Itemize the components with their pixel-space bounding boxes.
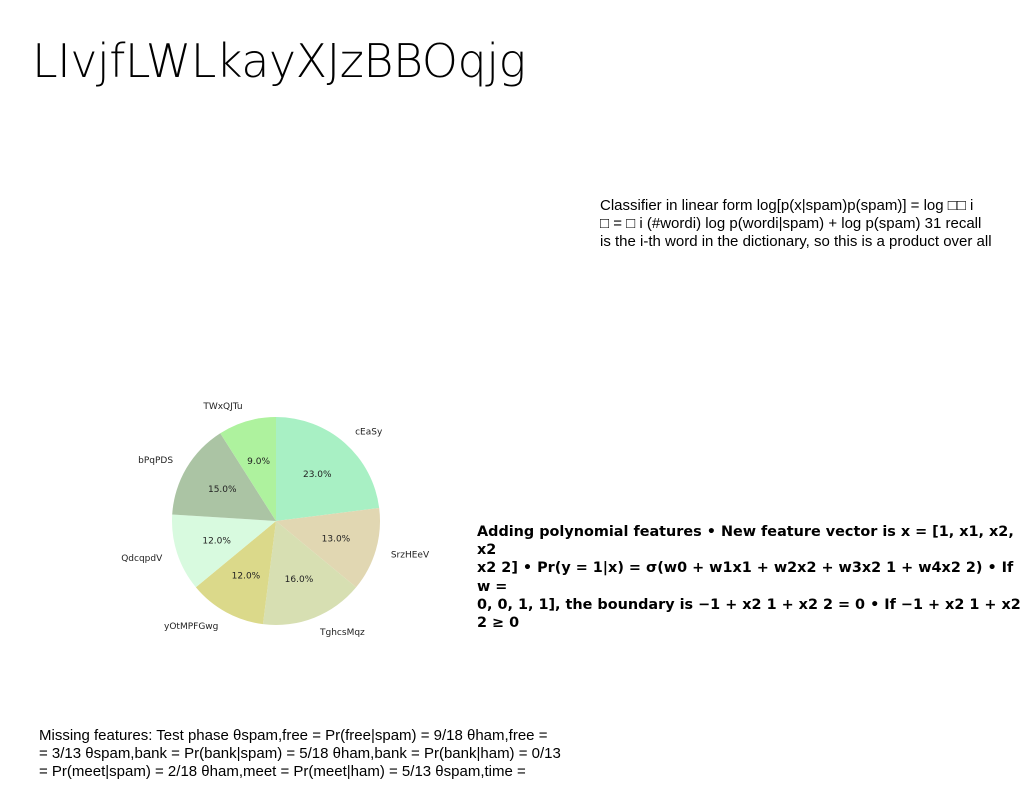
pie-pct-label: 12.0% [202, 536, 231, 546]
pie-chart: 23.0% cEaSy 13.0% SrzHEeV 16.0% TghcsMqz 12.0%… [100, 380, 460, 660]
pie-category-label: QdcqpdV [121, 554, 163, 564]
pie-chart-svg: 23.0% cEaSy 13.0% SrzHEeV 16.0% TghcsMqz 12.0%… [121, 402, 430, 638]
pie-pct-label: 16.0% [285, 575, 314, 585]
pie-pct-label: 12.0% [232, 572, 261, 582]
pie-pct-label: 13.0% [322, 534, 351, 544]
pie-category-label: TWxQJTu [202, 402, 242, 412]
pie-pct-label: 9.0% [247, 457, 270, 467]
pie-category-label: SrzHEeV [391, 550, 430, 560]
pie-category-label: bPqPDS [138, 456, 173, 466]
classifier-text: Classifier in linear form log[p(x|spam)p… [600, 197, 992, 251]
polynomial-features-text: Adding polynomial features • New feature… [477, 524, 1021, 632]
missing-features-text: Missing features: Test phase θspam,free … [39, 727, 561, 781]
page-title: LIvjfLWLkayXJzBBOqjg [32, 34, 526, 88]
pie-category-label: cEaSy [355, 427, 383, 437]
pie-pct-label: 15.0% [208, 485, 237, 495]
pie-category-label: TghcsMqz [319, 628, 365, 638]
pie-pct-label: 23.0% [303, 470, 332, 480]
pie-category-label: yOtMPFGwg [164, 622, 218, 632]
